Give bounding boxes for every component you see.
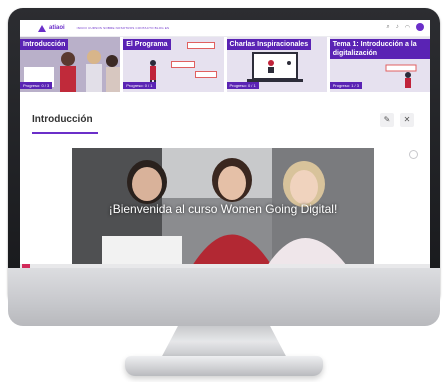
card-title: El Programa (123, 39, 171, 50)
wifi-icon[interactable]: ◠ (405, 24, 410, 31)
close-icon: ✕ (403, 115, 411, 124)
course-card-introduccion[interactable]: Introducción Progreso: 0 / 3 (20, 37, 121, 92)
scroll-thumb[interactable] (22, 264, 30, 268)
card-progress: Progreso: 0 / 3 (20, 82, 53, 89)
section-underline (32, 132, 98, 134)
edit-button[interactable]: ✎ (380, 113, 394, 127)
brand-logo-icon[interactable] (38, 24, 46, 32)
card-progress: Progreso: 0 / 1 (123, 82, 156, 89)
avatar[interactable] (416, 23, 424, 31)
screen: atiaoi INICIO CURSOS SOBRE NOSOTROS CONT… (20, 20, 430, 268)
nav-links[interactable]: INICIO CURSOS SOBRE NOSOTROS CONTACTO BL… (77, 26, 170, 30)
close-button[interactable]: ✕ (400, 113, 414, 127)
top-icons: ⌕ ♪ ◠ (386, 23, 424, 31)
monitor-stand-neck (160, 326, 288, 360)
bell-icon[interactable]: ♪ (396, 24, 399, 30)
course-card-tema-1[interactable]: Tema 1: Introducción a la digitalización… (329, 37, 430, 92)
card-title: Tema 1: Introducción a la digitalización (329, 39, 430, 59)
monitor-stand-base (125, 356, 323, 376)
diagram-box (195, 71, 218, 78)
card-title: Introducción (20, 39, 69, 50)
hero-caption: ¡Bienvenida al curso Women Going Digital… (108, 202, 338, 216)
card-progress: Progreso: 0 / 1 (226, 82, 259, 89)
top-navigation-bar: atiaoi INICIO CURSOS SOBRE NOSOTROS CONT… (20, 20, 430, 37)
diagram-box (171, 61, 196, 68)
pencil-icon: ✎ (383, 115, 391, 124)
card-title: Charlas Inspiracionales (226, 39, 312, 50)
course-card-charlas[interactable]: Charlas Inspiracionales Progreso: 0 / 1 (226, 37, 327, 92)
course-cards: Introducción Progreso: 0 / 3 El Programa… (20, 37, 430, 92)
brand-name[interactable]: atiaoi (49, 25, 65, 31)
course-card-el-programa[interactable]: El Programa Progreso: 0 / 1 (123, 37, 224, 92)
section-header: Introducción ✎ ✕ (20, 100, 430, 140)
section-title: Introducción (32, 114, 93, 125)
horizontal-scrollbar[interactable] (20, 264, 430, 268)
completion-radio[interactable] (409, 150, 418, 159)
monitor-chin (8, 268, 440, 326)
diagram-box (187, 42, 216, 49)
card-progress: Progreso: 1 / 3 (329, 82, 362, 89)
search-icon[interactable]: ⌕ (386, 24, 389, 31)
hero-image: ¡Bienvenida al curso Women Going Digital… (72, 148, 374, 266)
